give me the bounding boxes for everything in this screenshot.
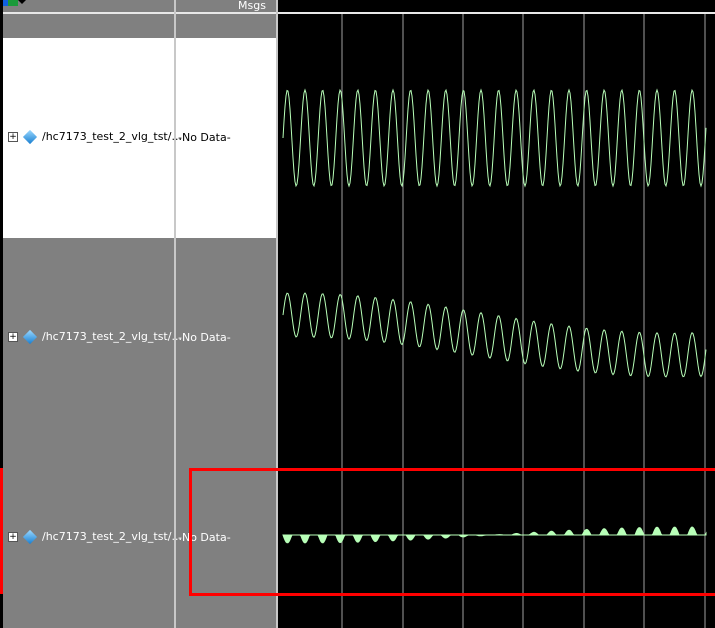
signal-row-1[interactable]: + /hc7173_test_2_vlg_tst/...: [8, 129, 182, 144]
highlight-box: [189, 468, 715, 596]
waveform-2: [282, 292, 707, 378]
signal-name: /hc7173_test_2_vlg_tst/...: [42, 530, 182, 543]
wave-toolbar-icon[interactable]: [3, 0, 18, 6]
analog-signal-icon: [22, 529, 38, 544]
expand-icon[interactable]: +: [8, 331, 18, 342]
signal-row-2[interactable]: + /hc7173_test_2_vlg_tst/...: [8, 329, 182, 344]
waveform-1: [282, 88, 707, 188]
signal-name: /hc7173_test_2_vlg_tst/...: [42, 130, 182, 143]
expand-icon[interactable]: +: [8, 131, 18, 142]
analog-signal-icon: [22, 329, 38, 344]
signal-value: -No Data-: [178, 131, 231, 144]
signal-row-3[interactable]: + /hc7173_test_2_vlg_tst/...: [8, 529, 182, 544]
highlight-edge: [0, 468, 3, 594]
signal-value: -No Data-: [178, 331, 231, 344]
analog-signal-icon: [22, 129, 38, 144]
msgs-header: Msgs: [236, 0, 268, 12]
chevron-down-icon[interactable]: [18, 0, 26, 4]
expand-icon[interactable]: +: [8, 531, 18, 542]
signal-name: /hc7173_test_2_vlg_tst/...: [42, 330, 182, 343]
